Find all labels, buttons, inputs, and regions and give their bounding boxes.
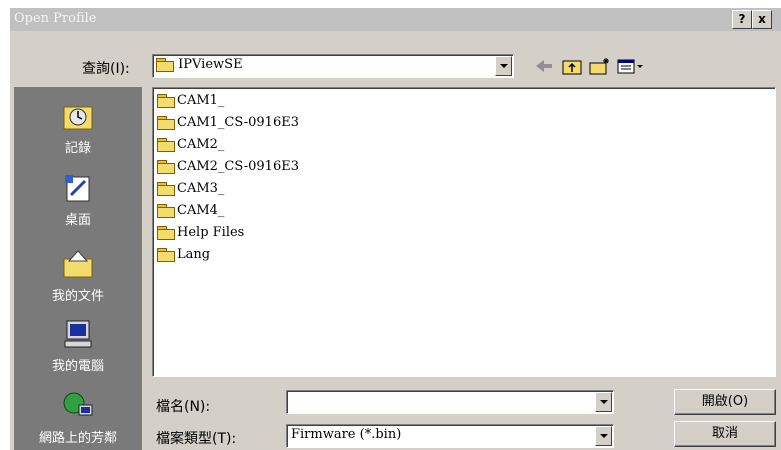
list-item[interactable]: CAM4_ — [157, 200, 224, 222]
folder-icon — [156, 58, 174, 72]
new-folder-icon[interactable] — [588, 56, 612, 76]
back-arrow-icon[interactable] — [532, 56, 556, 76]
look-in-value: IPViewSE — [178, 57, 243, 72]
help-button[interactable]: ? — [732, 10, 752, 29]
open-profile-dialog: Open Profile ? x 查詢(I): IPViewSE 記錄 桌面 我… — [10, 8, 781, 450]
folder-icon — [157, 182, 175, 196]
chevron-down-icon[interactable] — [495, 56, 512, 76]
list-item[interactable]: CAM3_ — [157, 178, 224, 200]
history-icon — [63, 106, 93, 130]
place-network[interactable]: 網路上的芳鄰 — [14, 391, 142, 446]
list-item[interactable]: CAM1_ — [157, 90, 224, 112]
up-folder-icon[interactable] — [560, 56, 584, 76]
folder-icon — [157, 94, 175, 108]
look-in-dropdown[interactable]: IPViewSE — [152, 54, 514, 78]
look-in-label: 查詢(I): — [82, 61, 130, 77]
folder-icon — [157, 248, 175, 262]
title-bar: Open Profile ? x — [10, 8, 781, 31]
my-computer-icon — [64, 320, 92, 348]
place-my-computer-label: 我的電腦 — [51, 359, 104, 374]
filetype-label: 檔案類型(T): — [156, 431, 237, 447]
view-menu-icon[interactable] — [616, 56, 646, 76]
my-documents-icon — [63, 250, 93, 278]
place-history[interactable]: 記錄 — [14, 101, 142, 156]
folder-icon — [157, 204, 175, 218]
window-title: Open Profile — [14, 11, 97, 26]
list-item[interactable]: Lang — [157, 244, 210, 266]
list-item[interactable]: Help Files — [157, 222, 244, 244]
filename-label: 檔名(N): — [156, 399, 211, 415]
network-icon — [63, 392, 93, 416]
folder-icon — [157, 226, 175, 240]
folder-icon — [157, 138, 175, 152]
filename-field[interactable] — [286, 390, 614, 414]
cancel-button[interactable]: 取消 — [674, 421, 776, 447]
chevron-down-icon[interactable] — [595, 426, 612, 446]
place-my-computer[interactable]: 我的電腦 — [14, 319, 142, 374]
list-item[interactable]: CAM2_ — [157, 134, 224, 156]
place-my-documents-label: 我的文件 — [51, 289, 104, 304]
place-desktop[interactable]: 桌面 — [14, 173, 142, 228]
place-network-label: 網路上的芳鄰 — [38, 431, 117, 446]
list-item[interactable]: CAM1_CS-0916E3 — [157, 112, 299, 134]
place-history-label: 記錄 — [64, 141, 91, 156]
close-button[interactable]: x — [752, 10, 772, 29]
place-desktop-label: 桌面 — [64, 213, 91, 228]
filetype-value: Firmware (*.bin) — [291, 427, 402, 442]
chevron-down-icon[interactable] — [595, 392, 612, 412]
folder-icon — [157, 160, 175, 174]
place-my-documents[interactable]: 我的文件 — [14, 249, 142, 304]
desktop-icon — [65, 175, 90, 202]
file-list[interactable]: CAM1_ CAM1_CS-0916E3 CAM2_ CAM2_CS-0916E… — [152, 87, 776, 377]
filetype-select[interactable]: Firmware (*.bin) — [286, 424, 614, 448]
list-item[interactable]: CAM2_CS-0916E3 — [157, 156, 299, 178]
open-button[interactable]: 開啟(O) — [674, 389, 776, 415]
folder-icon — [157, 116, 175, 130]
places-bar: 記錄 桌面 我的文件 我的電腦 網路上的芳鄰 — [14, 87, 142, 450]
